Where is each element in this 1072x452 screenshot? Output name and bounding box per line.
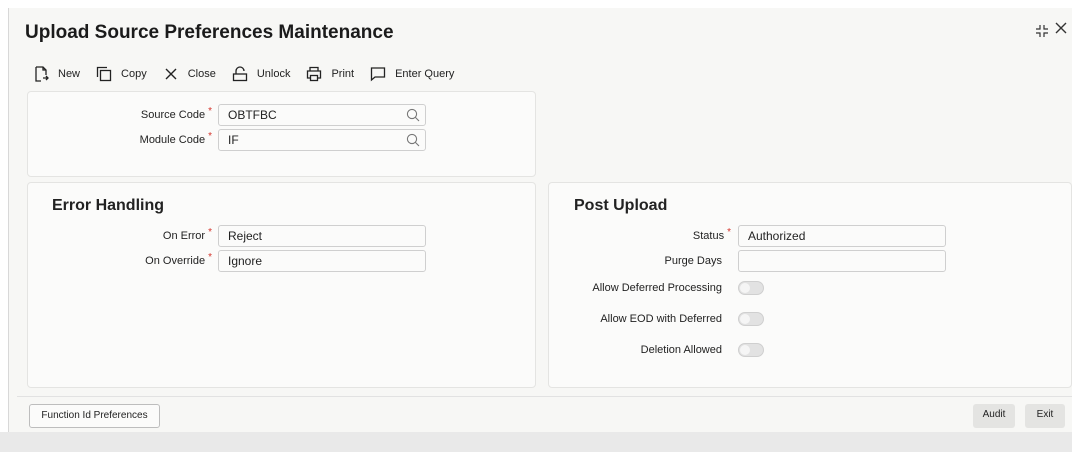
- function-id-preferences-button[interactable]: Function Id Preferences: [29, 404, 160, 428]
- print-icon: [307, 66, 322, 82]
- audit-button[interactable]: Audit: [973, 404, 1015, 428]
- copy-icon: [96, 66, 112, 82]
- close-x-icon: [165, 68, 177, 80]
- on-override-field[interactable]: Ignore: [218, 250, 426, 272]
- status-label: Status *: [692, 227, 731, 242]
- enter-query-button[interactable]: Enter Query: [370, 66, 454, 82]
- error-handling-panel: Error Handling On Error * Reject On Overr…: [27, 182, 536, 388]
- status-bar: [0, 432, 1072, 452]
- purge-days-label: Purge Days: [664, 255, 722, 267]
- enter-query-label: Enter Query: [395, 68, 455, 80]
- status-field[interactable]: Authorized: [738, 225, 946, 247]
- allow-deferred-toggle[interactable]: [738, 281, 764, 295]
- post-upload-title: Post Upload: [574, 197, 668, 214]
- new-icon: [35, 66, 49, 82]
- search-icon[interactable]: [406, 133, 420, 147]
- footer-divider: [17, 396, 1072, 397]
- source-code-input[interactable]: OBTFBC: [218, 104, 426, 126]
- toolbar: New Copy Close Unlock Print Enter Query: [33, 64, 470, 84]
- purge-days-input[interactable]: [738, 250, 946, 272]
- allow-eod-toggle[interactable]: [738, 312, 764, 326]
- new-button[interactable]: New: [33, 66, 80, 82]
- close-button[interactable]: Close: [163, 66, 216, 82]
- search-icon[interactable]: [406, 108, 420, 122]
- allow-eod-label: Allow EOD with Deferred: [600, 313, 722, 325]
- module-code-label: Module Code *: [139, 131, 212, 146]
- close-label: Close: [187, 68, 216, 80]
- print-label: Print: [331, 68, 355, 80]
- on-error-field[interactable]: Reject: [218, 225, 426, 247]
- comment-icon: [370, 67, 386, 82]
- page-title: Upload Source Preferences Maintenance: [25, 22, 394, 43]
- print-button[interactable]: Print: [306, 66, 354, 82]
- on-error-label: On Error *: [162, 227, 212, 242]
- allow-deferred-label: Allow Deferred Processing: [592, 282, 722, 294]
- module-code-input[interactable]: IF: [218, 129, 426, 151]
- unlock-label: Unlock: [256, 68, 291, 80]
- window: Upload Source Preferences Maintenance Ne…: [8, 8, 1072, 432]
- error-handling-title: Error Handling: [52, 197, 165, 214]
- deletion-allowed-toggle[interactable]: [738, 343, 764, 357]
- unlock-button[interactable]: Unlock: [232, 66, 291, 82]
- post-upload-panel: Post Upload Status * Authorized Purge Day…: [548, 182, 1072, 388]
- deletion-allowed-label: Deletion Allowed: [640, 344, 722, 356]
- close-icon[interactable]: [1054, 21, 1068, 40]
- expand-icon[interactable]: [1035, 24, 1049, 43]
- exit-button[interactable]: Exit: [1025, 404, 1065, 428]
- unlock-icon: [232, 66, 247, 82]
- source-code-label: Source Code *: [140, 106, 212, 121]
- copy-label: Copy: [121, 68, 147, 80]
- new-label: New: [58, 68, 81, 80]
- copy-button[interactable]: Copy: [96, 66, 147, 82]
- on-override-label: On Override *: [145, 252, 212, 267]
- header-panel: Source Code * OBTFBC Module Code * IF: [27, 91, 536, 177]
